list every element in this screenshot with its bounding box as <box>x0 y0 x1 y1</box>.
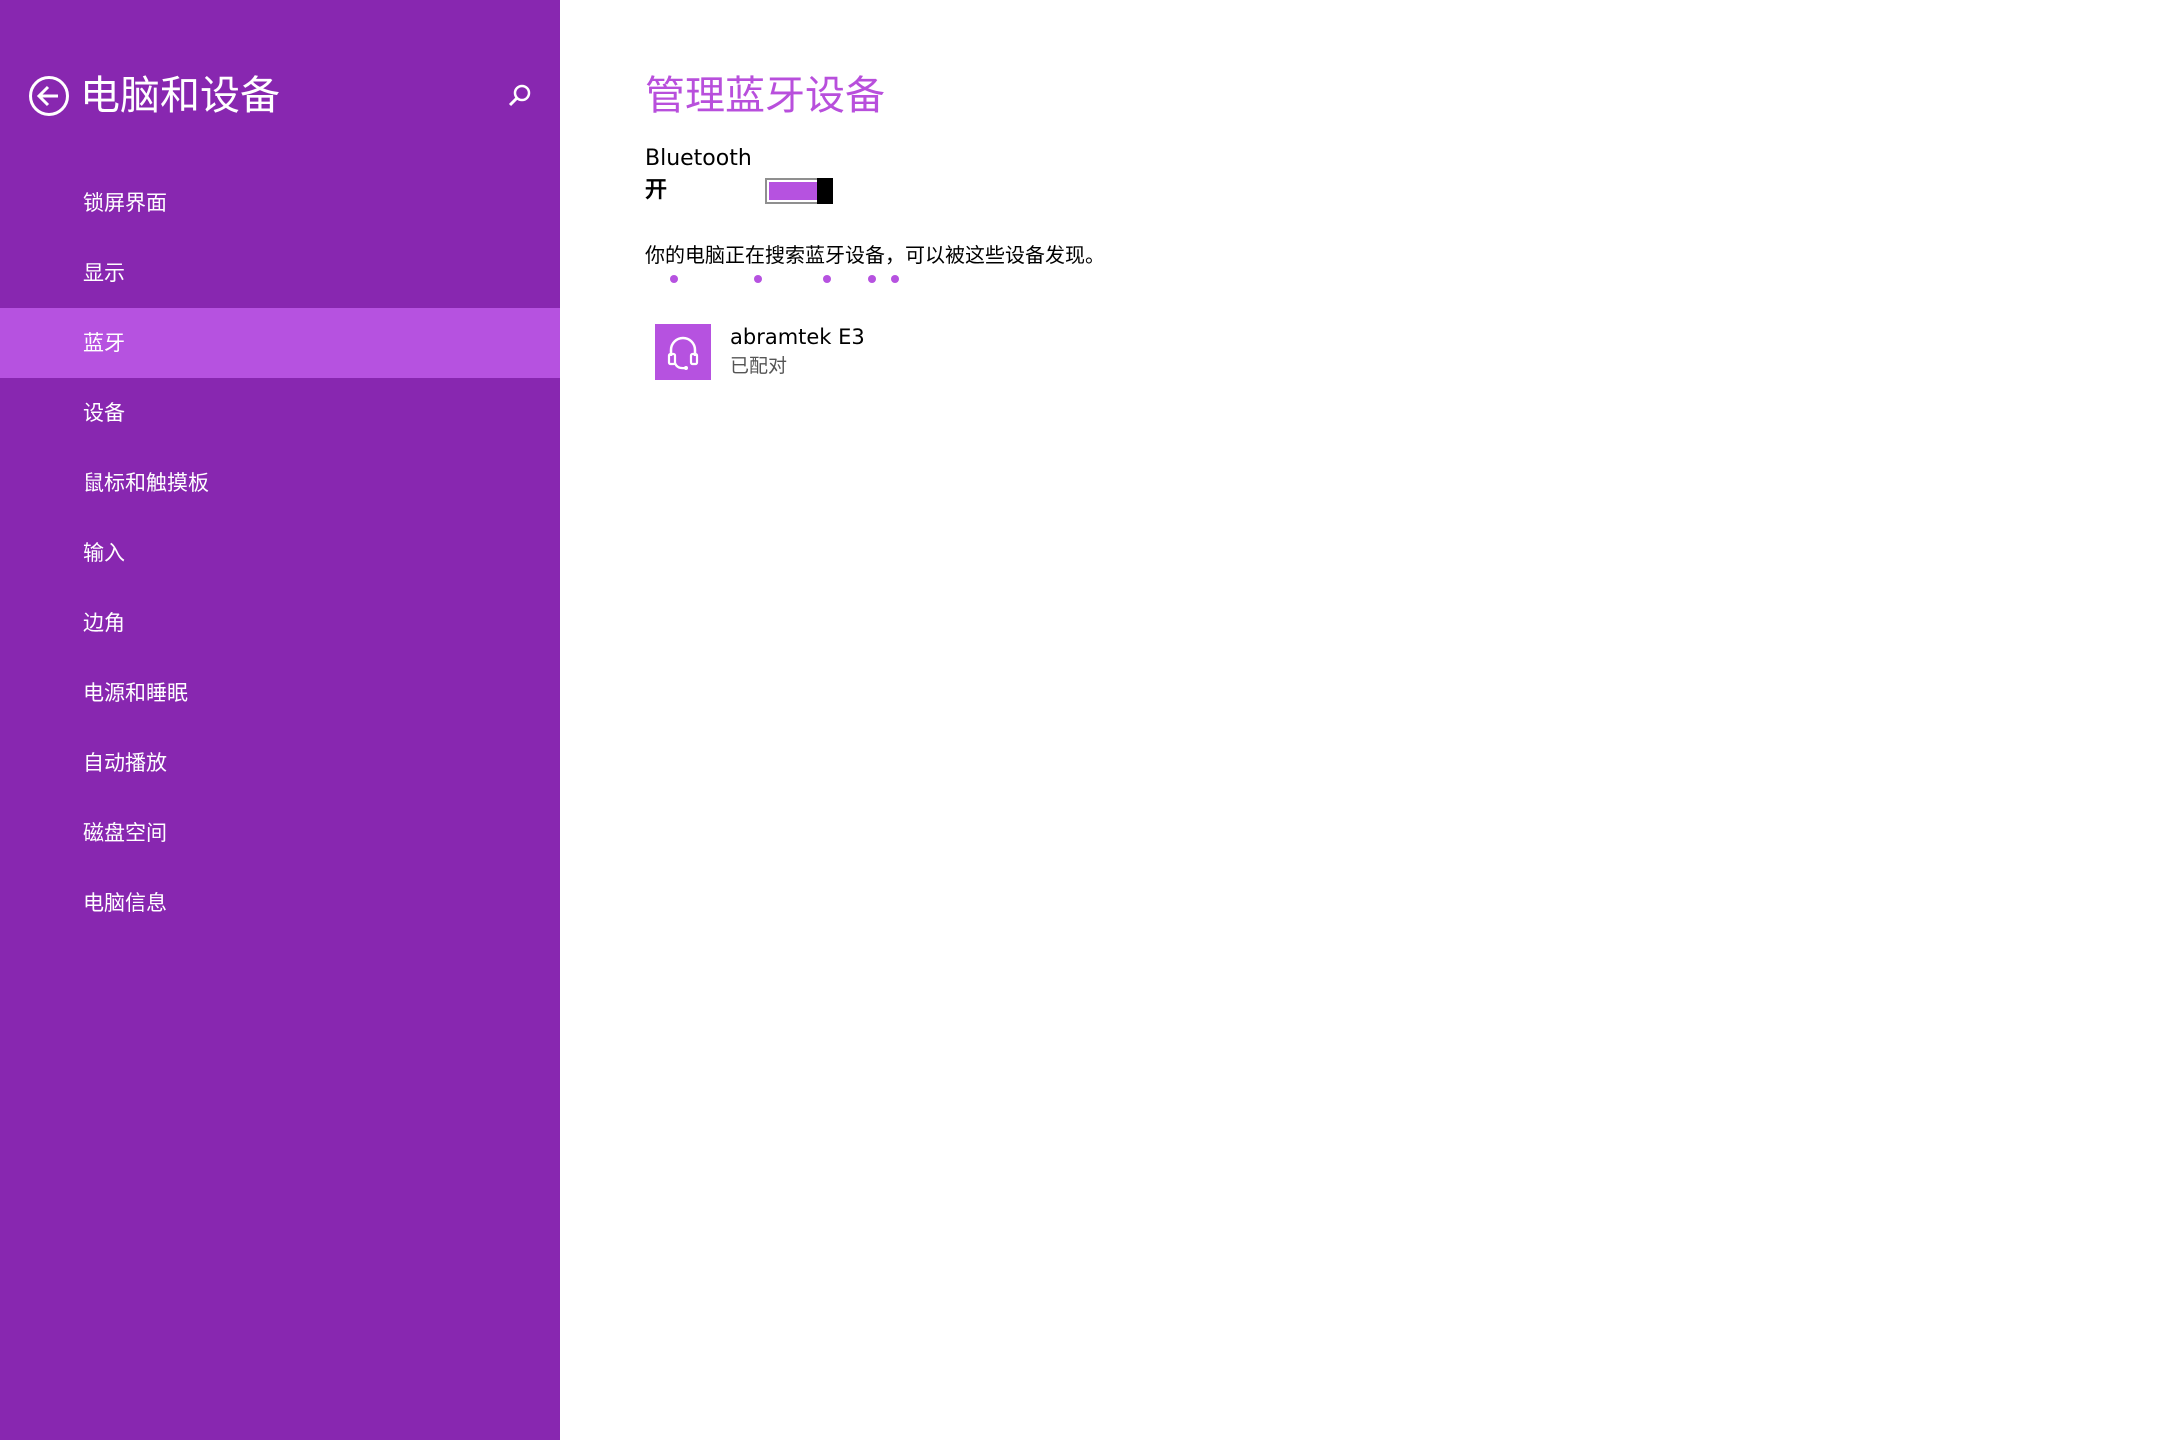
device-status: 已配对 <box>730 355 788 377</box>
headset-icon <box>667 336 699 370</box>
back-button[interactable] <box>28 75 70 117</box>
sidebar: 电脑和设备 锁屏界面 显示 蓝牙 设备 鼠标和触摸板 输入 边角 电源和睡眠 自… <box>0 0 560 1440</box>
search-status-text: 你的电脑正在搜索蓝牙设备，可以被这些设备发现。 <box>645 243 1105 267</box>
sidebar-item-disk-space[interactable]: 磁盘空间 <box>0 798 560 868</box>
progress-dot <box>754 275 762 283</box>
sidebar-item-devices[interactable]: 设备 <box>0 378 560 448</box>
progress-dot <box>670 275 678 283</box>
back-arrow-icon <box>29 76 69 116</box>
sidebar-item-display[interactable]: 显示 <box>0 238 560 308</box>
device-tile <box>655 324 711 380</box>
sidebar-header: 电脑和设备 <box>28 70 548 126</box>
sidebar-item-corners[interactable]: 边角 <box>0 588 560 658</box>
progress-dot <box>868 275 876 283</box>
bluetooth-label: Bluetooth <box>645 146 752 171</box>
bluetooth-state-label: 开 <box>645 178 668 203</box>
progress-dot <box>891 275 899 283</box>
device-list-item[interactable]: abramtek E3 已配对 <box>655 320 1055 382</box>
searching-progress-indicator <box>645 275 945 285</box>
search-icon <box>508 84 531 107</box>
sidebar-item-mouse-touchpad[interactable]: 鼠标和触摸板 <box>0 448 560 518</box>
toggle-thumb[interactable] <box>817 178 833 204</box>
progress-dot <box>823 275 831 283</box>
sidebar-item-power-sleep[interactable]: 电源和睡眠 <box>0 658 560 728</box>
toggle-fill <box>769 182 819 200</box>
sidebar-item-bluetooth[interactable]: 蓝牙 <box>0 308 560 378</box>
device-name: abramtek E3 <box>730 325 865 349</box>
main-content: 管理蓝牙设备 Bluetooth 开 你的电脑正在搜索蓝牙设备，可以被这些设备发… <box>560 0 2160 1440</box>
search-button[interactable] <box>506 82 534 110</box>
bluetooth-toggle[interactable] <box>765 178 833 204</box>
nav-list: 锁屏界面 显示 蓝牙 设备 鼠标和触摸板 输入 边角 电源和睡眠 自动播放 磁盘… <box>0 168 560 938</box>
sidebar-item-lock-screen[interactable]: 锁屏界面 <box>0 168 560 238</box>
page-section-title: 电脑和设备 <box>80 73 280 119</box>
sidebar-item-autoplay[interactable]: 自动播放 <box>0 728 560 798</box>
page-title: 管理蓝牙设备 <box>645 73 885 119</box>
sidebar-item-typing[interactable]: 输入 <box>0 518 560 588</box>
sidebar-item-pc-info[interactable]: 电脑信息 <box>0 868 560 938</box>
